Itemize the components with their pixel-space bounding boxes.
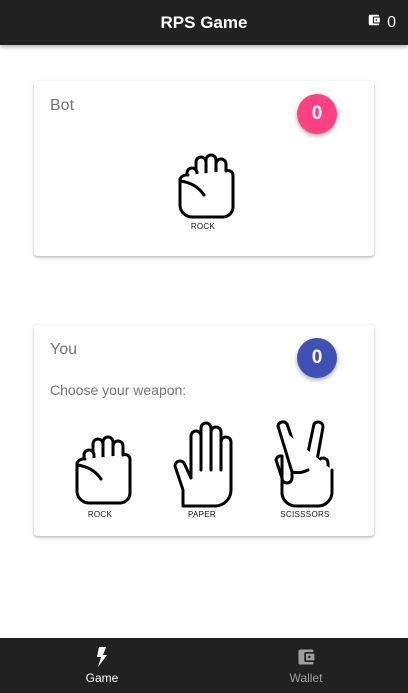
rock-button[interactable]: ROCK [67,433,133,519]
scissors-hand-icon [274,420,334,508]
app-bar: RPS Game 0 [0,0,408,45]
scissors-label: SCISSSORS [280,510,330,519]
rock-label: ROCK [87,510,113,519]
you-title: You [50,341,77,358]
scissors-button[interactable]: SCISSSORS [270,420,340,519]
bot-score-badge: 0 [297,94,337,134]
you-card: You 0 Choose your weapon: ROCK PAPER SCI… [34,325,374,536]
rock-hand-icon [178,153,235,219]
wallet-balance[interactable]: 0 [367,0,396,45]
bot-weapon-label: ROCK [190,222,216,231]
lightning-icon [96,646,108,668]
nav-item-wallet-label: Wallet [289,671,323,685]
paper-button[interactable]: PAPER [169,420,235,519]
rock-hand-icon [75,435,132,505]
bot-title: Bot [50,97,75,114]
wallet-icon [296,646,316,668]
bot-card: Bot 0 ROCK [34,81,374,256]
bot-weapon: ROCK [170,151,236,231]
bottom-navigation: Game Wallet [0,638,408,693]
nav-item-game-label: Game [85,671,119,685]
wallet-balance-value: 0 [387,13,396,31]
nav-item-wallet[interactable]: Wallet [204,638,408,693]
app-title: RPS Game [160,12,248,32]
weapon-prompt: Choose your weapon: [50,382,187,398]
paper-hand-icon [173,421,233,508]
wallet-icon [367,13,381,32]
nav-item-game[interactable]: Game [0,638,204,693]
paper-label: PAPER [187,510,217,519]
you-score-badge: 0 [297,338,337,378]
